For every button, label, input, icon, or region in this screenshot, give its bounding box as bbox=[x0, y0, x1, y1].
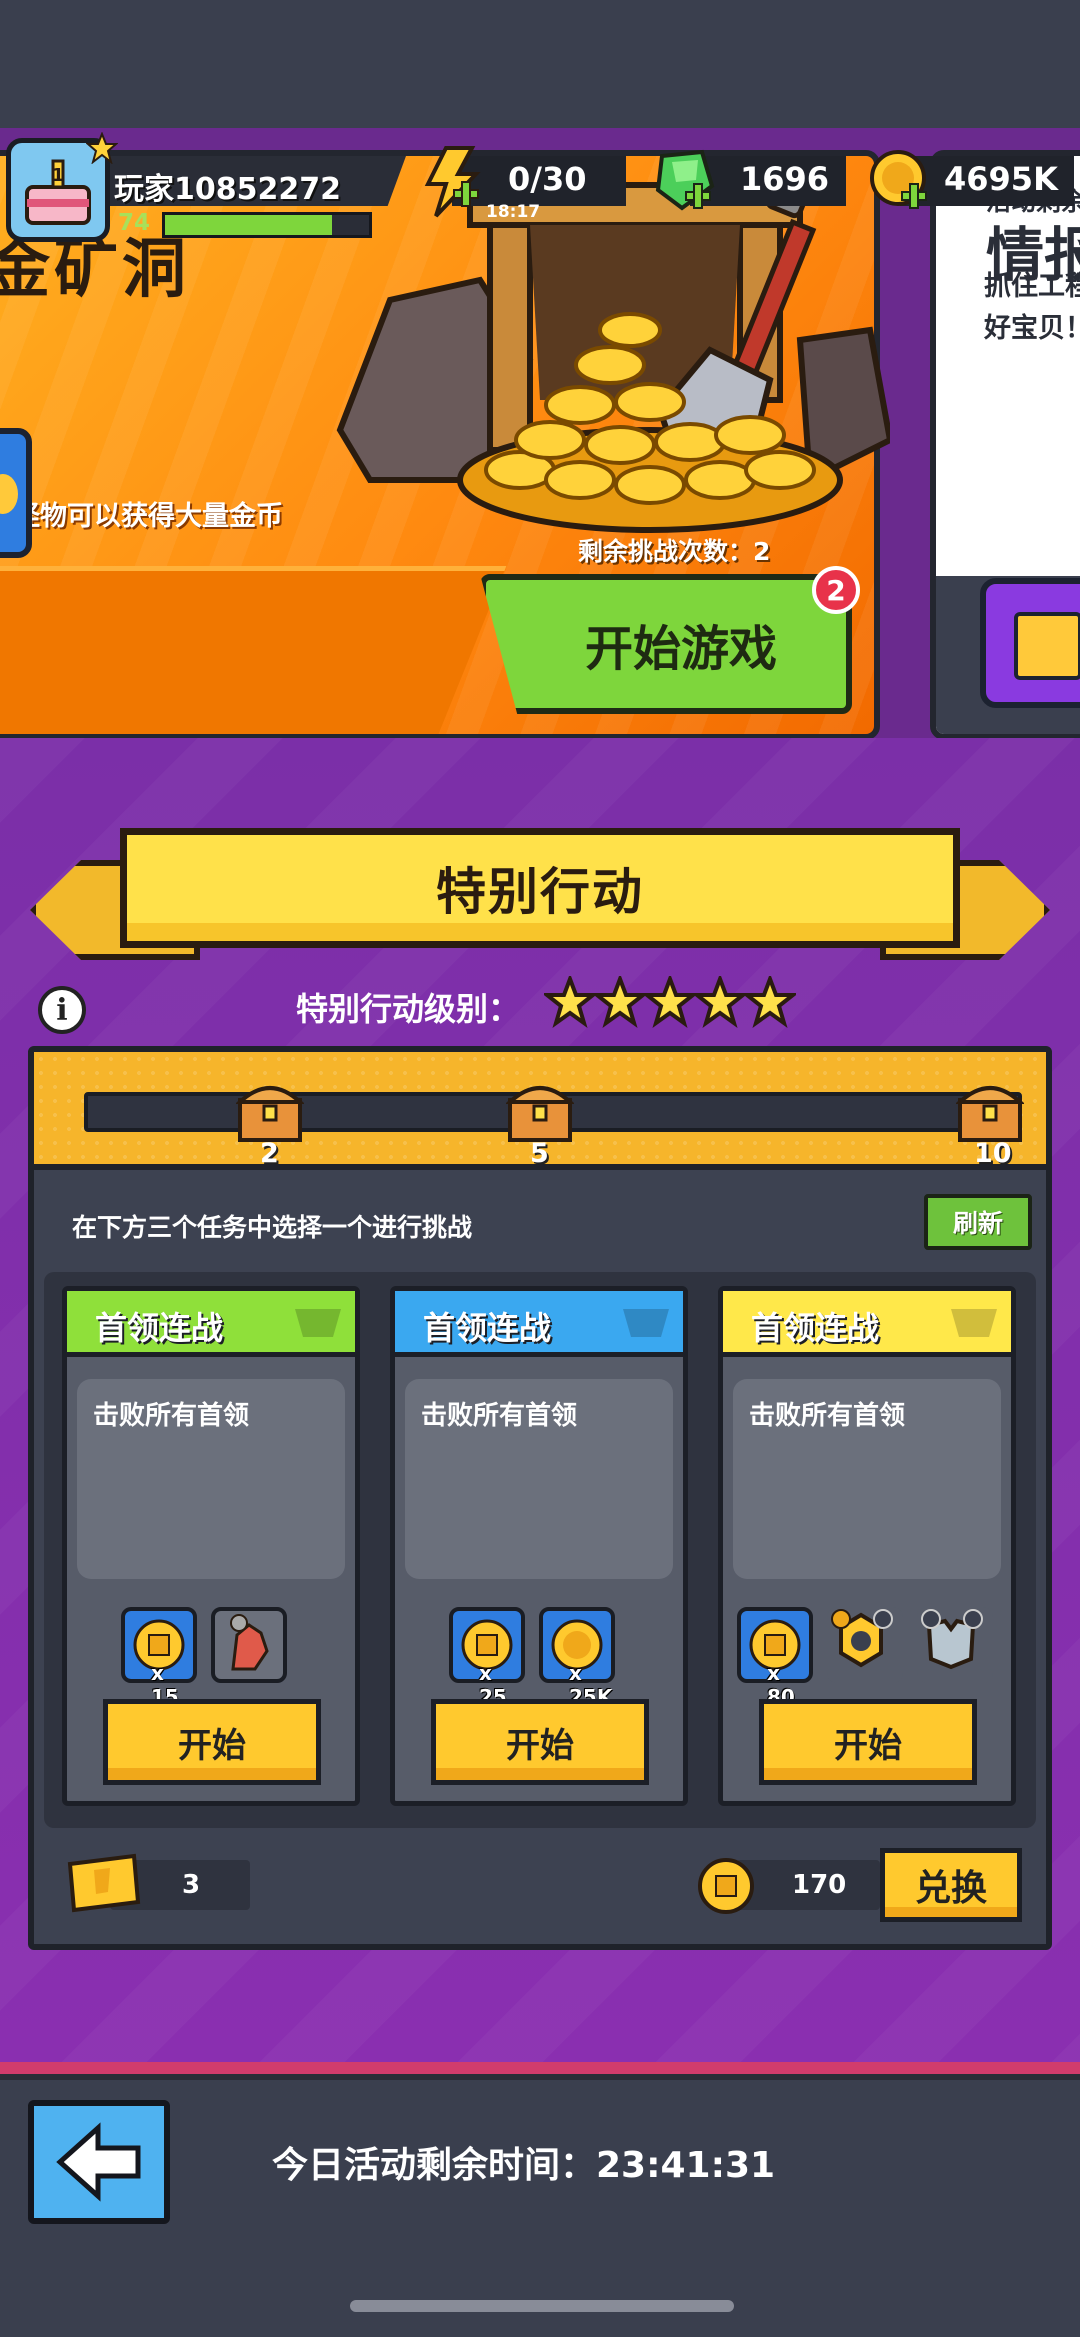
level-star-icon bbox=[744, 976, 796, 1028]
task-start-button[interactable]: 开始 bbox=[759, 1699, 977, 1785]
task-start-button[interactable]: 开始 bbox=[103, 1699, 321, 1785]
task-description: 击败所有首领 bbox=[749, 1401, 906, 1431]
exchange-coin-count: 170 bbox=[792, 1870, 847, 1900]
card-lower-panel bbox=[0, 566, 507, 734]
level-star-icon bbox=[594, 976, 646, 1028]
back-button[interactable] bbox=[28, 2100, 170, 2224]
energy-bolt-icon bbox=[424, 146, 481, 218]
reward-item[interactable]: x 25 bbox=[449, 1607, 525, 1709]
reward-item[interactable]: x 15 bbox=[121, 1607, 197, 1709]
top-status-band bbox=[0, 0, 1080, 128]
milestone-value: 5 bbox=[530, 1138, 549, 1169]
reward-item[interactable] bbox=[917, 1607, 993, 1683]
milestone-chest-icon[interactable] bbox=[956, 1078, 1024, 1144]
task-card[interactable]: 首领连战击败所有首领 x 25 x 25K 开始 bbox=[390, 1286, 688, 1806]
reward-item[interactable] bbox=[827, 1607, 903, 1683]
steel-armor-icon bbox=[921, 1609, 983, 1670]
reward-item[interactable]: x 80 bbox=[737, 1607, 813, 1709]
task-card[interactable]: 首领连战击败所有首领 x 15 开始 bbox=[62, 1286, 360, 1806]
reward-item[interactable]: x 25K bbox=[539, 1607, 615, 1709]
task-description: 击败所有首领 bbox=[93, 1401, 250, 1431]
green-gem-icon bbox=[655, 149, 715, 211]
event-time-remaining: 今日活动剩余时间：23:41:31 bbox=[272, 2145, 776, 2186]
star-decoration-icon bbox=[86, 132, 118, 164]
ticket-icon bbox=[67, 1853, 141, 1913]
task-emblem-icon bbox=[623, 1309, 669, 1337]
energy-value: 0/30 bbox=[508, 160, 587, 198]
intel-reward-button[interactable] bbox=[980, 578, 1080, 708]
task-title: 首领连战 bbox=[95, 1309, 224, 1347]
svg-text:1: 1 bbox=[52, 165, 65, 186]
intel-line2a: 抓住工程 bbox=[984, 271, 1080, 302]
gold-mine-illustration bbox=[336, 180, 890, 533]
notification-badge: 2 bbox=[812, 566, 860, 614]
start-game-button[interactable]: 开始游戏 bbox=[480, 574, 852, 714]
level-star-icon bbox=[544, 976, 596, 1028]
red-glove-icon bbox=[230, 1614, 269, 1671]
coins-value: 4695K bbox=[944, 160, 1058, 198]
info-icon[interactable]: i bbox=[38, 986, 86, 1034]
gold-gear-icon bbox=[831, 1609, 893, 1668]
milestone-chest-icon[interactable] bbox=[236, 1078, 304, 1144]
milestone-value: 10 bbox=[974, 1138, 1012, 1169]
task-start-button[interactable]: 开始 bbox=[431, 1699, 649, 1785]
task-description: 击败所有首领 bbox=[421, 1401, 578, 1431]
special-ops-level-label: 特别行动级别： bbox=[296, 990, 521, 1028]
refresh-button[interactable]: 刷新 bbox=[924, 1194, 1032, 1250]
task-emblem-icon bbox=[951, 1309, 997, 1337]
energy-timer: 18:17 bbox=[486, 202, 541, 222]
task-emblem-icon bbox=[295, 1309, 341, 1337]
task-title: 首领连战 bbox=[423, 1309, 552, 1347]
level-star-icon bbox=[694, 976, 746, 1028]
reward-item[interactable] bbox=[211, 1607, 287, 1683]
mine-description: 洞怪物可以获得大量金币 bbox=[0, 501, 283, 532]
back-arrow-icon bbox=[56, 2122, 141, 2202]
task-title: 首领连战 bbox=[751, 1309, 880, 1347]
remaining-attempts-label: 剩余挑战次数：2 bbox=[578, 537, 771, 566]
milestone-value: 2 bbox=[260, 1138, 279, 1169]
gems-value: 1696 bbox=[740, 160, 830, 198]
home-indicator[interactable] bbox=[350, 2300, 734, 2312]
intel-line2: 抓住工程 好宝贝！ bbox=[984, 266, 1080, 350]
choose-task-instruction: 在下方三个任务中选择一个进行挑战 bbox=[72, 1213, 473, 1242]
mine-reward-button[interactable] bbox=[0, 428, 32, 558]
task-card[interactable]: 首领连战击败所有首领 x 80 开始 bbox=[718, 1286, 1016, 1806]
xp-fill bbox=[165, 215, 333, 235]
xp-bar bbox=[162, 212, 372, 238]
milestone-chest-icon[interactable] bbox=[506, 1078, 574, 1144]
intel-line2b: 好宝贝！ bbox=[984, 313, 1080, 344]
gold-coin-icon bbox=[870, 150, 927, 209]
exchange-coin-icon bbox=[698, 1858, 754, 1914]
start-game-label: 开始游戏 bbox=[584, 621, 777, 677]
player-level: 74 bbox=[118, 210, 151, 236]
special-ops-ribbon: 特别行动 bbox=[120, 828, 960, 948]
ticket-count: 3 bbox=[182, 1870, 201, 1900]
player-name: 玩家10852272 bbox=[114, 172, 341, 207]
exchange-button[interactable]: 兑换 bbox=[880, 1848, 1022, 1922]
level-star-icon bbox=[644, 976, 696, 1028]
section-edge bbox=[0, 2062, 1080, 2074]
special-ops-title: 特别行动 bbox=[436, 863, 644, 921]
